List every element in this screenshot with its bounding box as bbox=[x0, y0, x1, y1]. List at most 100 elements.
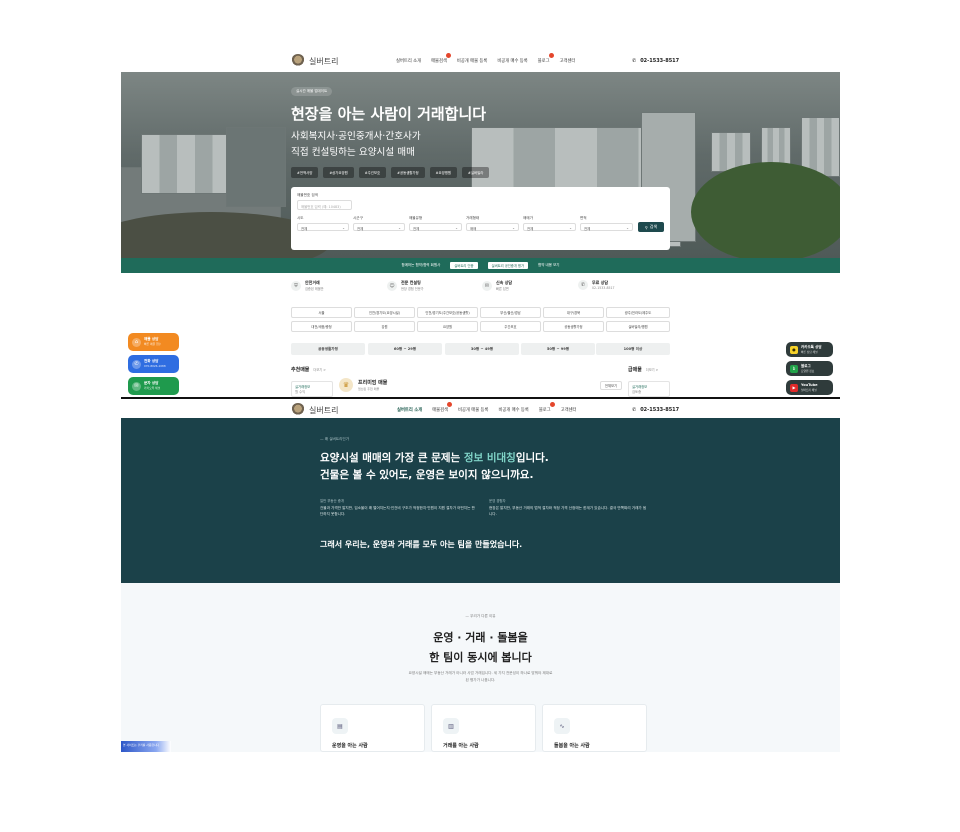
shield-icon: ⛨ bbox=[291, 280, 301, 291]
team-desc-1: 요양시설 매매는 부동산 거래가 아니라 사업 거래입니다. 세 가지 전문성이… bbox=[408, 671, 553, 675]
new-badge bbox=[548, 53, 554, 58]
category-button[interactable]: 공동생활가정 bbox=[543, 321, 604, 332]
category-button[interactable]: 부산/울산/경남 bbox=[480, 307, 541, 318]
menu-support[interactable]: 고객센터 bbox=[560, 58, 576, 64]
float-phone-consult[interactable]: ✆ 전화 상담 070-8026-1088 bbox=[128, 355, 179, 373]
person-icon: ☺ bbox=[387, 280, 397, 291]
category-button[interactable]: 대전/세종/충청 bbox=[291, 321, 352, 332]
partner-chip[interactable]: 실버트리 인증 bbox=[450, 262, 478, 269]
col1-body: 건물과 가격만 알지만, 입소율이 왜 떨어지는지·인건비 구조가 적정한지·민… bbox=[320, 506, 475, 516]
menu-blog[interactable]: 블로그 bbox=[539, 402, 555, 413]
search-button[interactable]: ⚲ 검색 bbox=[638, 222, 664, 232]
brand-logo[interactable]: 실버트리 bbox=[291, 54, 338, 68]
hero-title: 현장을 아는 사람이 거래합니다 bbox=[291, 105, 487, 123]
float-message-consult[interactable]: ✉ 문자 상담 카카오톡 채널 bbox=[128, 377, 179, 395]
partner-more-link[interactable]: 협약 내용 보기 bbox=[538, 263, 560, 268]
urgent-view-all-button[interactable]: 전체보기 bbox=[600, 381, 622, 390]
service-free: ✆ 무료 상담 02-1533-8517 bbox=[578, 280, 615, 290]
area-button[interactable]: 100평 이상 bbox=[596, 343, 670, 355]
phone-icon: ✆ bbox=[578, 280, 588, 290]
filter-sigungu-select[interactable]: 전체 ⌄ bbox=[353, 223, 405, 231]
phone-icon: ✆ bbox=[632, 58, 637, 64]
menu-about[interactable]: 실버트리 소개 bbox=[397, 407, 423, 420]
filter-type-select[interactable]: 전체 ⌄ bbox=[409, 223, 462, 231]
filter-area-select[interactable]: 전체 ⌄ bbox=[580, 223, 633, 231]
main-menu: 실버트리 소개 매물검색 비공개 매물 등록 비공개 매수 등록 블로그 고객센… bbox=[396, 53, 576, 64]
brand-name: 실버트리 bbox=[309, 405, 339, 415]
hero-tag[interactable]: #주건보호 bbox=[358, 167, 387, 178]
team-card-deal[interactable]: ▥ 거래를 아는 사람 bbox=[431, 704, 536, 752]
menu-private-sell[interactable]: 비공개 매물 등록 bbox=[458, 407, 488, 413]
category-button[interactable]: 강원 bbox=[354, 321, 415, 332]
team-section: — 우리가 다른 이유 운영 · 거래 · 돌봄을 한 팀이 동시에 봅니다 요… bbox=[121, 583, 840, 752]
category-button[interactable]: 서울 bbox=[291, 307, 352, 318]
float-youtube[interactable]: ▶ YouTube 실버트리 채널 bbox=[786, 380, 833, 395]
kakao-icon: ● bbox=[790, 345, 798, 354]
filter-deal-select[interactable]: 매매 ⌄ bbox=[466, 223, 519, 231]
chevron-down-icon: ⌄ bbox=[455, 226, 458, 230]
service-safe: ⛨ 안전거래 검증된 매물만 bbox=[291, 280, 324, 291]
team-card-operation[interactable]: ▤ 운영을 아는 사람 bbox=[320, 704, 425, 752]
about-section: — 왜 실버트리인가 요양시설 매매의 가장 큰 문제는 정보 비대칭입니다. … bbox=[121, 418, 840, 583]
menu-blog[interactable]: 블로그 bbox=[538, 53, 554, 64]
about-headline-2: 건물은 볼 수 있어도, 운영은 보이지 않으니까요. bbox=[320, 469, 534, 481]
hero-banner: 실시간 매물 업데이트 현장을 아는 사람이 거래합니다 사회복지사·공인중개사… bbox=[121, 72, 840, 258]
team-card-care[interactable]: ∿ 돌봄을 아는 사람 bbox=[542, 704, 647, 752]
filter-price-select[interactable]: 전체 ⌄ bbox=[523, 223, 576, 231]
team-desc-2: 된 평가가 나옵니다. bbox=[465, 678, 496, 682]
filter-label: 시군구 bbox=[353, 216, 363, 220]
brand-logo[interactable]: 실버트리 bbox=[291, 403, 338, 417]
main-menu: 실버트리 소개 매물검색 비공개 매물 등록 비공개 매수 등록 블로그 고객센… bbox=[397, 402, 577, 420]
filter-label: 시도 bbox=[297, 216, 304, 220]
team-title-2: 한 팀이 동시에 봅니다 bbox=[429, 651, 532, 664]
category-button[interactable]: 요양원 bbox=[417, 321, 478, 332]
category-button[interactable]: 광주/전라도/제주도 bbox=[606, 307, 670, 318]
area-button[interactable]: 30평 ~ 49평 bbox=[445, 343, 519, 355]
chat-icon: ✉ bbox=[482, 280, 492, 291]
float-blog[interactable]: b 블로그 요양원 정보 bbox=[786, 361, 833, 376]
menu-search[interactable]: 매물검색 bbox=[431, 53, 451, 64]
urgent-more-link[interactable]: 더보기 > bbox=[646, 368, 658, 372]
header-phone[interactable]: ✆ 02-1533-8517 bbox=[632, 407, 679, 413]
listing-card[interactable]: 실거래정보 검토중 bbox=[628, 381, 670, 397]
area-button[interactable]: 60평 ~ 29평 bbox=[368, 343, 442, 355]
col1-heading: 일반 부동산 중개 bbox=[320, 499, 344, 503]
area-button[interactable]: 50평 ~ 99평 bbox=[521, 343, 595, 355]
float-listing-consult[interactable]: ⌂ 매물 상담 빠른 매물 접수 bbox=[128, 333, 179, 351]
hero-tag[interactable]: #상가요양원 bbox=[323, 167, 354, 178]
phone-icon: ✆ bbox=[632, 407, 637, 413]
menu-private-sell[interactable]: 비공개 매물 등록 bbox=[457, 58, 487, 64]
float-kakao[interactable]: ● 카카오톡 상담 빠른 상담 채널 bbox=[786, 342, 833, 357]
hero-tag[interactable]: #실버빌라 bbox=[462, 167, 490, 178]
recommend-more-link[interactable]: 더보기 > bbox=[313, 368, 325, 372]
keyword-input[interactable]: 매물번호 입력 (예: 10483) bbox=[297, 200, 352, 210]
col2-body: 현장은 알지만, 부동산 거래의 법적 절차와 적정 가격 산정에는 한계가 있… bbox=[489, 506, 647, 516]
hero-tag[interactable]: #요양병원 bbox=[429, 167, 457, 178]
header-phone[interactable]: ✆ 02-1533-8517 bbox=[632, 58, 679, 64]
partner-label: 함께하는 협약/협력 회원사 bbox=[401, 263, 441, 267]
area-button[interactable]: 공동생활가정 bbox=[291, 343, 365, 355]
new-badge bbox=[447, 402, 453, 407]
hero-tag[interactable]: #공동생활가정 bbox=[391, 167, 425, 178]
partner-chip[interactable]: 실버트리 공인중개 평가 bbox=[487, 262, 528, 269]
menu-private-buy[interactable]: 비공개 매수 등록 bbox=[497, 58, 527, 64]
category-button[interactable]: 실버빌라/병원 bbox=[606, 321, 670, 332]
menu-about[interactable]: 실버트리 소개 bbox=[396, 58, 421, 64]
menu-private-buy[interactable]: 비공개 매수 등록 bbox=[498, 407, 528, 413]
cookie-notice[interactable]: 본 사이트는 쿠키를 사용합니다 bbox=[121, 741, 171, 752]
chevron-down-icon: ⌄ bbox=[398, 226, 401, 230]
filter-sido-select[interactable]: 전체 ⌄ bbox=[297, 223, 349, 231]
category-button[interactable]: 인천/경기도(주간보호/공동생활) bbox=[417, 307, 478, 318]
category-button[interactable]: 주간보호 bbox=[480, 321, 541, 332]
hero-tag[interactable]: #전액사양 bbox=[291, 167, 319, 178]
listing-card[interactable]: 실거래정보 월 수익 bbox=[291, 381, 333, 397]
menu-support[interactable]: 고객센터 bbox=[561, 407, 577, 413]
home-icon: ⌂ bbox=[132, 337, 141, 347]
menu-search[interactable]: 매물검색 bbox=[432, 402, 453, 413]
category-button[interactable]: 인천/경기도(요양시설) bbox=[354, 307, 415, 318]
category-button[interactable]: 대구/경북 bbox=[543, 307, 604, 318]
service-fast: ✉ 신속 상담 빠른 답변 bbox=[482, 280, 512, 291]
team-title-1: 운영 · 거래 · 돌봄을 bbox=[433, 631, 528, 644]
recommend-heading: 추천매물 더보기 > bbox=[291, 367, 326, 373]
live-badge: 실시간 매물 업데이트 bbox=[291, 87, 333, 96]
